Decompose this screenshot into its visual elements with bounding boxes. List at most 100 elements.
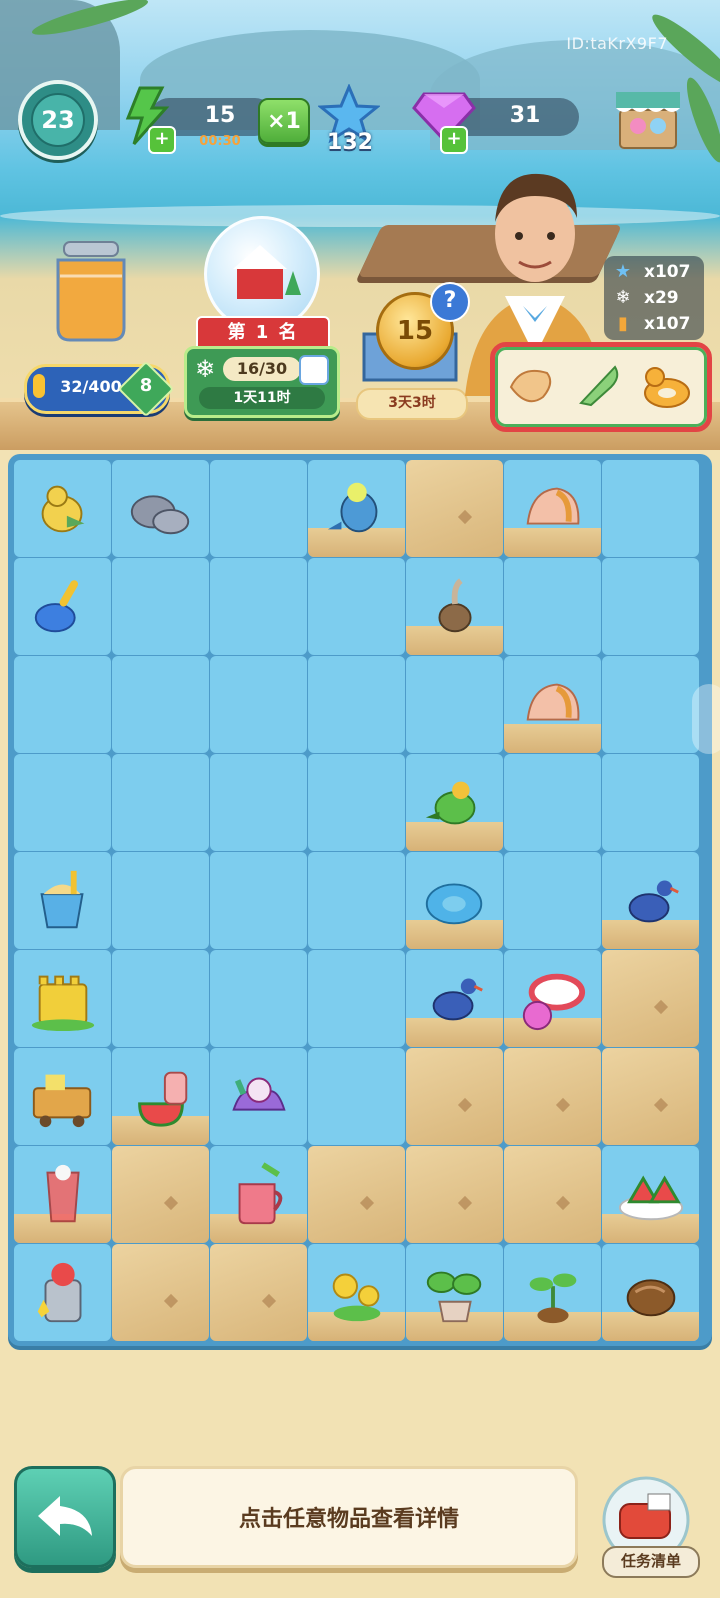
board-cell-sand-bucket[interactable] [14, 852, 111, 949]
board-cell-empty [308, 950, 405, 1047]
snow-globe-icon[interactable] [204, 216, 320, 332]
board-cell-cockatiel[interactable] [308, 460, 405, 557]
board-cell-empty [602, 558, 699, 655]
board-cell-hermit-shell[interactable] [504, 460, 601, 557]
board-cell-hermit-shell[interactable] [504, 656, 601, 753]
board-cell-watermelon-drink[interactable] [112, 1048, 209, 1145]
spiral-shell-icon [579, 365, 619, 407]
brown-bird-icon [438, 578, 472, 633]
board-cell-empty [210, 950, 307, 1047]
back-arrow-icon [38, 1496, 92, 1536]
board-cell-yellow-bird[interactable] [14, 460, 111, 557]
merge-board [8, 454, 712, 1346]
hint-text: 点击任意物品查看详情 [238, 1507, 459, 1532]
board-cell-juicer[interactable] [14, 1244, 111, 1341]
board-cell-juice-glass[interactable] [14, 1146, 111, 1243]
yellow-bird-icon [41, 485, 85, 533]
energy-multiplier-button[interactable]: ×1 [258, 98, 310, 144]
board-cell-empty [602, 460, 699, 557]
energy-timer: 00:30 [199, 134, 241, 149]
board-cell-sand[interactable] [112, 1244, 209, 1341]
reward-value: x107 [644, 314, 691, 334]
side-drawer-handle[interactable] [692, 684, 720, 754]
hermit-shell-icon [526, 683, 580, 721]
board-cell-empty [308, 558, 405, 655]
board-cell-sand[interactable] [406, 1146, 503, 1243]
board-cell-empty [210, 460, 307, 557]
board-cell-green-parrot[interactable] [406, 754, 503, 851]
jar-progress-fill [33, 374, 45, 398]
shop-stall-icon[interactable] [612, 82, 684, 154]
juice-jar-icon[interactable] [46, 236, 136, 346]
board-cell-sand[interactable] [210, 1244, 307, 1341]
board-cell-yellow-flowers[interactable] [308, 1244, 405, 1341]
board-cell-blue-shovel[interactable] [14, 558, 111, 655]
board-cell-stone[interactable] [112, 460, 209, 557]
blue-pigeon-icon [432, 978, 483, 1021]
board-cell-empty [504, 558, 601, 655]
add-energy-button[interactable]: + [148, 126, 176, 154]
board-cell-watermelon-plate[interactable] [602, 1146, 699, 1243]
board-cell-empty [602, 754, 699, 851]
add-gems-button[interactable]: + [440, 126, 468, 154]
sprout-icon [529, 1273, 577, 1324]
board-cell-ring-and-ball[interactable] [504, 950, 601, 1047]
hint-box: 点击任意物品查看详情 [120, 1466, 578, 1568]
board-cell-empty [112, 852, 209, 949]
sand-bucket-icon [40, 870, 84, 929]
board-cell-sand[interactable] [602, 1048, 699, 1145]
reward-row-snowflake: ❄ x29 [612, 286, 702, 310]
board-cell-sand[interactable] [308, 1146, 405, 1243]
reward-panel: ★ x107 ❄ x29 ▮ x107 [604, 256, 704, 340]
order-panel[interactable] [490, 342, 712, 432]
board-cell-seed[interactable] [602, 1244, 699, 1341]
board-cell-empty [14, 656, 111, 753]
stone-icon [130, 495, 190, 535]
star-icon: ★ [614, 261, 632, 282]
energy-value: 15 [204, 103, 236, 128]
board-cell-blue-pigeon[interactable] [406, 950, 503, 1047]
board-cell-empty [210, 754, 307, 851]
sandcastle-icon [31, 975, 95, 1032]
back-button[interactable] [14, 1466, 116, 1568]
board-cell-sandcastle[interactable] [14, 950, 111, 1047]
reward-row-juice: ▮ x107 [612, 312, 702, 336]
juice-glass-icon [46, 1164, 80, 1223]
board-cell-empty [210, 558, 307, 655]
task-list-label[interactable]: 任务清单 [602, 1546, 700, 1578]
star-count: 132 [327, 130, 373, 155]
snowflake-icon: ❄ [615, 287, 631, 308]
board-cell-potted-plant[interactable] [406, 1244, 503, 1341]
board-cell-empty [112, 558, 209, 655]
board-cell-empty [504, 852, 601, 949]
board-cell-coral-candy[interactable] [210, 1048, 307, 1145]
board-grid [14, 460, 706, 1341]
board-cell-sand[interactable] [602, 950, 699, 1047]
reward-value: x107 [644, 262, 691, 282]
jar-level-number: 8 [139, 375, 153, 396]
board-cell-sand[interactable] [504, 1146, 601, 1243]
board-cell-sand[interactable] [406, 1048, 503, 1145]
board-cell-sprout[interactable] [504, 1244, 601, 1341]
board-cell-blue-pigeon[interactable] [602, 852, 699, 949]
player-level-number: 23 [31, 93, 85, 147]
blue-shovel-icon [34, 580, 79, 633]
board-cell-supply-cart[interactable] [14, 1048, 111, 1145]
board-cell-empty [210, 852, 307, 949]
event-card[interactable]: ❄ 16/30 1天11时 [184, 346, 340, 418]
duck-float-icon [644, 367, 690, 408]
potted-plant-icon [426, 1271, 482, 1323]
board-cell-swim-ring[interactable] [406, 852, 503, 949]
player-level-badge[interactable]: 23 [18, 80, 98, 160]
board-cell-punch-pitcher[interactable] [210, 1146, 307, 1243]
dice-icon [299, 355, 329, 385]
board-cell-sand[interactable] [406, 460, 503, 557]
snowflake-icon: ❄ [195, 355, 216, 383]
blue-pigeon-icon [628, 880, 679, 923]
board-cell-brown-bird[interactable] [406, 558, 503, 655]
board-cell-sand[interactable] [112, 1146, 209, 1243]
cockatiel-icon [327, 482, 378, 533]
event-timer: 1天11时 [199, 387, 325, 409]
reward-row-star: ★ x107 [612, 260, 702, 284]
board-cell-sand[interactable] [504, 1048, 601, 1145]
